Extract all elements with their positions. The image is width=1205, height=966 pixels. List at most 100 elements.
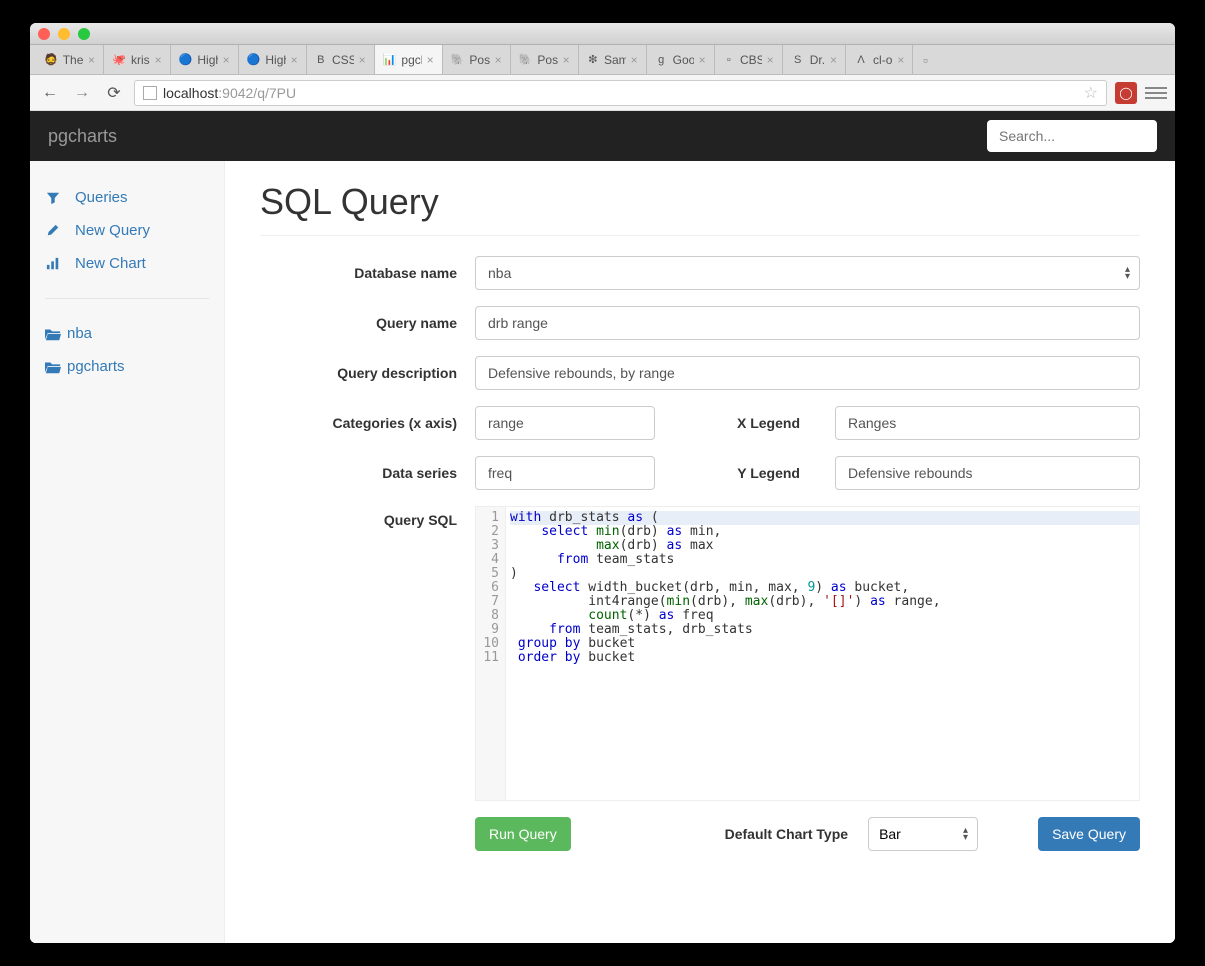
close-tab-icon[interactable]: × bbox=[495, 53, 502, 67]
close-tab-icon[interactable]: × bbox=[830, 53, 837, 67]
browser-window: 🧔The×🐙kris×🔵High×🔵High×BCSS×📊pgch×🐘Post×… bbox=[30, 23, 1175, 943]
chrome-menu-icon[interactable] bbox=[1145, 82, 1167, 104]
y-legend-input[interactable] bbox=[835, 456, 1140, 490]
tab-label: kris bbox=[131, 53, 150, 67]
data-series-input[interactable] bbox=[475, 456, 655, 490]
folder-label: pgcharts bbox=[67, 358, 125, 375]
favicon: 🔵 bbox=[247, 53, 261, 67]
close-tab-icon[interactable]: × bbox=[359, 53, 366, 67]
tab-label: Sam bbox=[604, 53, 626, 67]
browser-tab[interactable]: 🔵 High × bbox=[171, 45, 239, 74]
close-window-button[interactable] bbox=[38, 28, 50, 40]
forward-button[interactable]: → bbox=[70, 81, 94, 105]
label-categories: Categories (x axis) bbox=[260, 415, 475, 431]
back-button[interactable]: ← bbox=[38, 81, 62, 105]
browser-tab[interactable]: SDr.× bbox=[783, 45, 846, 74]
browser-tab[interactable]: g Goo × bbox=[647, 45, 715, 74]
mac-titlebar bbox=[30, 23, 1175, 45]
url-host: localhost bbox=[163, 85, 218, 101]
reload-button[interactable]: ⟳ bbox=[102, 81, 126, 105]
run-query-button[interactable]: Run Query bbox=[475, 817, 571, 851]
new-tab-button[interactable]: ▫ bbox=[913, 45, 937, 74]
tab-label: Goo bbox=[673, 53, 694, 67]
sidebar-label: New Query bbox=[75, 222, 150, 239]
browser-tab[interactable]: ▫CBS× bbox=[715, 45, 783, 74]
label-query-description: Query description bbox=[260, 365, 475, 381]
favicon: B bbox=[315, 53, 327, 67]
search-input[interactable] bbox=[987, 120, 1157, 152]
x-legend-input[interactable] bbox=[835, 406, 1140, 440]
favicon: 🐘 bbox=[451, 53, 465, 67]
favicon: 🐙 bbox=[112, 53, 126, 67]
address-bar[interactable]: localhost:9042/q/7PU ☆ bbox=[134, 80, 1107, 106]
extension-icon[interactable]: ◯ bbox=[1115, 82, 1137, 104]
divider bbox=[260, 235, 1140, 236]
close-tab-icon[interactable]: × bbox=[767, 53, 774, 67]
sidebar-item-new-query[interactable]: New Query bbox=[45, 214, 209, 247]
editor-gutter: 1234567891011 bbox=[476, 507, 506, 800]
close-tab-icon[interactable]: × bbox=[223, 53, 230, 67]
app-body: Queries New Query New Chart nba bbox=[30, 161, 1175, 943]
close-tab-icon[interactable]: × bbox=[897, 53, 904, 67]
label-query-name: Query name bbox=[260, 315, 475, 331]
minimize-window-button[interactable] bbox=[58, 28, 70, 40]
browser-tab[interactable]: Λcl-o × bbox=[846, 45, 913, 74]
close-tab-icon[interactable]: × bbox=[88, 53, 95, 67]
sidebar-label: New Chart bbox=[75, 255, 146, 272]
page-title: SQL Query bbox=[260, 181, 1140, 223]
browser-tab[interactable]: 🧔The× bbox=[36, 45, 104, 74]
save-query-button[interactable]: Save Query bbox=[1038, 817, 1140, 851]
label-y-legend: Y Legend bbox=[675, 465, 815, 481]
favicon: ▫ bbox=[723, 53, 735, 67]
pencil-icon bbox=[45, 224, 61, 238]
editor-code-area[interactable]: with drb_stats as ( select min(drb) as m… bbox=[506, 507, 1139, 800]
favicon: ❇ bbox=[587, 53, 599, 67]
close-tab-icon[interactable]: × bbox=[563, 53, 570, 67]
maximize-window-button[interactable] bbox=[78, 28, 90, 40]
label-database-name: Database name bbox=[260, 265, 475, 281]
tab-label: High bbox=[197, 53, 217, 67]
browser-tab[interactable]: 🔵High× bbox=[239, 45, 307, 74]
default-chart-type-select[interactable]: Bar bbox=[868, 817, 978, 851]
favicon: g bbox=[655, 53, 668, 67]
categories-input[interactable] bbox=[475, 406, 655, 440]
browser-tab[interactable]: 🐘 Post × bbox=[511, 45, 579, 74]
bookmark-star-icon[interactable]: ☆ bbox=[1084, 83, 1098, 103]
favicon: Λ bbox=[854, 53, 868, 67]
browser-tab[interactable]: ❇ Sam × bbox=[579, 45, 647, 74]
close-tab-icon[interactable]: × bbox=[699, 53, 706, 67]
sidebar-item-new-chart[interactable]: New Chart bbox=[45, 247, 209, 280]
sql-editor[interactable]: 1234567891011 with drb_stats as ( select… bbox=[475, 506, 1140, 801]
sidebar-folder-nba[interactable]: nba bbox=[45, 317, 209, 350]
browser-tab[interactable]: BCSS× bbox=[307, 45, 375, 74]
favicon: 🔵 bbox=[179, 53, 193, 67]
window-controls bbox=[38, 28, 90, 40]
chart-icon bbox=[45, 257, 61, 271]
favicon: S bbox=[791, 53, 805, 67]
browser-tab[interactable]: 🐙 kris × bbox=[104, 45, 171, 74]
page-icon bbox=[143, 86, 157, 100]
close-tab-icon[interactable]: × bbox=[155, 53, 162, 67]
folder-label: nba bbox=[67, 325, 92, 342]
sidebar: Queries New Query New Chart nba bbox=[30, 161, 225, 943]
sidebar-label: Queries bbox=[75, 189, 128, 206]
sidebar-folder-pgcharts[interactable]: pgcharts bbox=[45, 350, 209, 383]
query-name-input[interactable] bbox=[475, 306, 1140, 340]
label-query-sql: Query SQL bbox=[260, 506, 475, 528]
close-tab-icon[interactable]: × bbox=[427, 53, 434, 67]
browser-tab[interactable]: 📊pgch× bbox=[375, 45, 443, 74]
query-description-input[interactable] bbox=[475, 356, 1140, 390]
database-name-select[interactable]: nba bbox=[475, 256, 1140, 290]
browser-tab[interactable]: 🐘Post× bbox=[443, 45, 511, 74]
tab-label: cl-o bbox=[873, 53, 892, 67]
brand[interactable]: pgcharts bbox=[48, 126, 117, 147]
sidebar-separator bbox=[45, 298, 209, 299]
tab-label: Post bbox=[537, 53, 557, 67]
close-tab-icon[interactable]: × bbox=[291, 53, 298, 67]
app-navbar: pgcharts bbox=[30, 111, 1175, 161]
favicon: 🐘 bbox=[519, 53, 533, 67]
tab-label: The bbox=[63, 53, 83, 67]
sidebar-item-queries[interactable]: Queries bbox=[45, 181, 209, 214]
close-tab-icon[interactable]: × bbox=[631, 53, 638, 67]
label-x-legend: X Legend bbox=[675, 415, 815, 431]
